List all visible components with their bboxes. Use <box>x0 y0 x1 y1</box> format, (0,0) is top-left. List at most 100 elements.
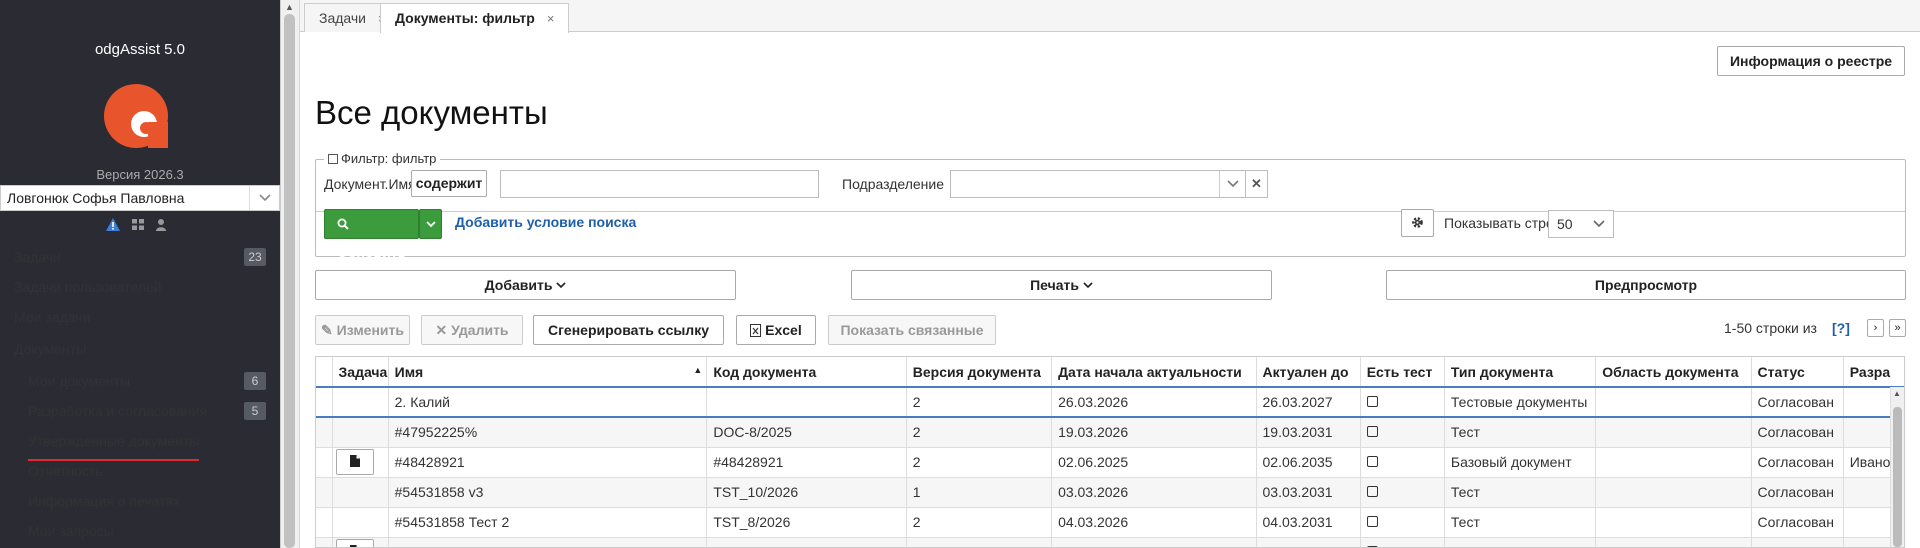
name-cell: #54531858 v3 <box>388 477 708 508</box>
sidebar-item-my-documents[interactable]: Мои документы 6 <box>0 366 280 396</box>
code-cell: TST_10/2026 <box>706 477 907 508</box>
rows-per-page-select[interactable]: 50 <box>1548 210 1614 238</box>
type-cell: Тест <box>1444 507 1597 538</box>
last-page-button[interactable]: » <box>1889 319 1906 337</box>
checkbox[interactable] <box>1366 426 1378 438</box>
pencil-icon: ✎ <box>321 322 333 338</box>
table-row[interactable]: #54531858 Тест 2 TST_8/2026 2 04.03.2026 04.… <box>316 507 1904 538</box>
table-row[interactable]: #54531858 v3 TST_10/2026 1 03.03.2026 03.03.… <box>316 477 1904 508</box>
refresh-dropdown[interactable] <box>419 209 442 239</box>
checkbox[interactable] <box>1366 516 1378 527</box>
column-header[interactable]: Задача <box>332 357 389 388</box>
sidebar-item-reports[interactable]: Отчетность <box>0 456 280 486</box>
filter-legend[interactable]: Фильтр: фильтр <box>324 151 441 166</box>
table-row[interactable]: #48428921 #48428921 2 02.06.2025 02.06.2035 Б… <box>316 447 1904 478</box>
column-header[interactable]: Область документа <box>1595 357 1752 388</box>
department-label: Подразделение <box>842 176 945 192</box>
checkbox[interactable] <box>1366 456 1378 467</box>
checkbox[interactable] <box>1366 486 1378 497</box>
scroll-up-icon[interactable]: ▲ <box>285 2 294 12</box>
table-row[interactable]: 2. Калий 2 26.03.2026 26.03.2027 Тестовые до… <box>316 386 1904 418</box>
has-test-cell <box>1360 477 1445 508</box>
filter-panel: Фильтр: фильтр Документ.Имя содержит Под… <box>315 151 1906 260</box>
chevron-right-icon: › <box>1873 322 1878 334</box>
column-header[interactable]: Есть тест <box>1360 357 1445 388</box>
chevron-down-icon[interactable] <box>1219 171 1245 197</box>
add-condition-link[interactable]: Добавить условие поиска <box>455 214 636 230</box>
close-icon[interactable]: × <box>547 11 555 26</box>
checkbox[interactable] <box>1366 396 1378 407</box>
column-header[interactable]: Актуален до <box>1256 357 1361 388</box>
user-icon[interactable] <box>156 218 166 231</box>
preview-button[interactable]: Предпросмотр <box>1386 270 1906 300</box>
delete-button[interactable]: ✕ Удалить <box>421 315 523 345</box>
scroll-up-icon[interactable]: ▲ <box>1893 389 1901 398</box>
count-badge: 5 <box>244 402 266 420</box>
column-header[interactable]: Код документа <box>706 357 907 388</box>
user-name: Ловгонюк Софья Павловна <box>7 190 185 206</box>
show-related-button[interactable]: Показать связанные <box>828 315 996 345</box>
edit-button[interactable]: ✎ Изменить <box>315 315 410 345</box>
count-badge: 23 <box>244 248 266 266</box>
sidebar-item-my-tasks[interactable]: Мои задачи <box>0 302 280 332</box>
code-cell: TST_8/2026 <box>706 507 907 538</box>
add-button[interactable]: Добавить <box>315 270 736 300</box>
sidebar-item-user-tasks[interactable]: Задачи пользователей <box>0 272 280 302</box>
document-icon[interactable] <box>335 539 374 547</box>
collapse-icon[interactable] <box>328 154 338 164</box>
user-select[interactable]: Ловгонюк Софья Павловна <box>0 185 280 211</box>
name-filter-input[interactable] <box>500 170 819 198</box>
sidebar-item-approved-documents[interactable]: Утвержденные документы <box>0 426 280 461</box>
chevron-down-icon[interactable] <box>249 186 279 210</box>
table-row[interactable]: #61077701TST_11/2026110.03.202610.03.203… <box>316 537 1904 547</box>
sidebar-item-tasks[interactable]: Задачи 23 <box>0 242 280 272</box>
area-cell <box>1595 386 1752 418</box>
sidebar-item-development[interactable]: Разработка и согласования 5 <box>0 396 280 426</box>
scrollbar-thumb[interactable] <box>1893 407 1902 547</box>
count-badge: 6 <box>244 372 266 390</box>
column-header[interactable]: Статус <box>1751 357 1844 388</box>
registry-info-button[interactable]: Информация о реестре <box>1717 46 1905 76</box>
document-icon[interactable] <box>335 449 374 475</box>
type-cell: Тестовые документы <box>1444 386 1597 418</box>
column-header[interactable]: Имя ▲ <box>388 357 708 388</box>
status-cell: Согласован <box>1751 537 1844 547</box>
next-page-button[interactable]: › <box>1867 319 1884 337</box>
print-button[interactable]: Печать <box>851 270 1272 300</box>
refresh-button[interactable]: Обновить <box>324 209 419 260</box>
chevron-down-icon <box>425 221 436 228</box>
row-selector <box>316 537 333 547</box>
sidebar-scrollbar[interactable]: ▲ <box>280 0 300 548</box>
sidebar-item-my-requests[interactable]: Мои запросы <box>0 516 280 546</box>
excel-icon <box>750 324 762 337</box>
pager-text: 1-50 строки из <box>1724 320 1817 336</box>
version-cell: 1 <box>906 477 1053 508</box>
table-scrollbar[interactable]: ▲ <box>1890 387 1904 547</box>
settings-button[interactable] <box>1401 209 1434 237</box>
scrollbar-thumb[interactable] <box>284 14 295 548</box>
sidebar-item-stamps-info[interactable]: Информация о печатях <box>0 486 280 516</box>
sidebar-item-documents[interactable]: Документы <box>0 334 280 364</box>
excel-button[interactable]: Excel <box>736 315 816 345</box>
column-header[interactable]: Версия документа <box>906 357 1053 388</box>
department-select[interactable] <box>950 170 1246 198</box>
row-selector <box>316 447 333 478</box>
clear-icon[interactable]: ✕ <box>1245 170 1268 198</box>
main-content: Информация о реестре Все документы Фильт… <box>300 32 1920 548</box>
status-cell: Согласован <box>1751 507 1844 538</box>
table-header: Задача Имя ▲ Код документа Версия докумен… <box>316 357 1904 388</box>
row-selector <box>316 417 333 448</box>
area-cell <box>1595 477 1752 508</box>
warning-icon[interactable] <box>106 218 120 231</box>
show-rows-label: Показывать строк <box>1444 215 1560 231</box>
column-header[interactable]: Тип документа <box>1444 357 1597 388</box>
column-header[interactable]: Разра <box>1843 357 1904 388</box>
table-row[interactable]: #47952225% DOC-8/2025 2 19.03.2026 19.03.203… <box>316 417 1904 448</box>
grid-icon[interactable] <box>132 219 144 230</box>
column-header[interactable]: Дата начала актуальности <box>1051 357 1257 388</box>
tab-bar: Задачи× Документы: фильтр× <box>300 0 1920 33</box>
generate-link-button[interactable]: Сгенерировать ссылку <box>533 315 724 345</box>
help-link[interactable]: [?] <box>1832 320 1850 336</box>
operator-button[interactable]: содержит <box>411 170 487 197</box>
tab-documents-filter[interactable]: Документы: фильтр × <box>380 3 570 33</box>
